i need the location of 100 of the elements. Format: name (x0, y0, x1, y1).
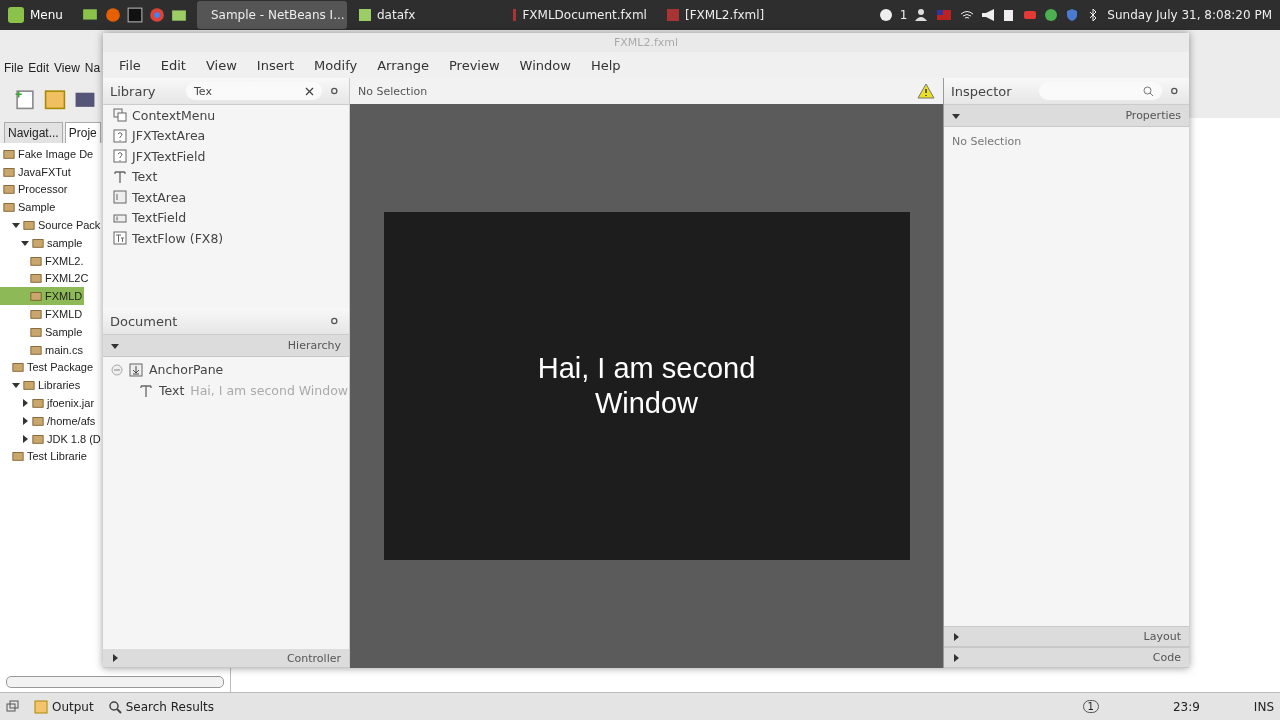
section-bar[interactable]: Properties (944, 105, 1189, 127)
taskbar-task[interactable]: [FXML2.fxml] (658, 1, 809, 29)
project-icon (30, 343, 42, 356)
section-bar[interactable]: Layout (944, 626, 1189, 647)
panel-title: Library (110, 83, 157, 99)
expand-arrow-icon[interactable] (21, 399, 29, 408)
tree-item[interactable]: Fake Image De (0, 145, 96, 163)
expand-arrow-icon[interactable] (21, 238, 29, 247)
expand-arrow-icon[interactable] (21, 416, 29, 425)
tree-item[interactable]: sample (0, 234, 85, 252)
notification-count: 1 (899, 8, 908, 22)
collapse-arrow-icon[interactable] (111, 341, 119, 350)
library-item[interactable]: ContextMenu (103, 105, 349, 126)
menu-item[interactable]: View (54, 61, 80, 75)
section-bar[interactable]: Controller (103, 649, 349, 668)
taskbar-task[interactable]: FXMLDocument.fxml (504, 1, 655, 29)
project-icon (30, 272, 42, 285)
panel-tab[interactable]: Navigat... (4, 122, 63, 143)
menu-item[interactable]: Help (580, 57, 631, 73)
project-icon (3, 147, 15, 160)
expand-arrow-icon[interactable] (111, 654, 119, 662)
project-icon (30, 254, 42, 267)
expand-arrow-icon[interactable] (952, 653, 960, 662)
tree-item[interactable]: Test Librarie (0, 447, 89, 466)
project-icon (30, 290, 42, 303)
hierarchy-item[interactable]: Text Hai, I am second Window (103, 380, 349, 401)
preview-text: Hai, I am second Window (536, 351, 757, 421)
menu-item[interactable]: File (4, 61, 24, 75)
tree-item[interactable]: FXML2C (0, 269, 91, 288)
library-item[interactable]: TextField (103, 207, 349, 228)
section-bar[interactable]: Hierarchy (103, 335, 349, 357)
menu-item[interactable]: Insert (246, 57, 305, 73)
project-icon (12, 361, 24, 374)
caret-position: 23:9 (1172, 699, 1200, 714)
expand-arrow-icon[interactable] (12, 221, 20, 230)
library-item[interactable]: Text (103, 166, 349, 187)
expand-arrow-icon[interactable] (952, 632, 960, 641)
section-bar[interactable]: Code (944, 647, 1189, 668)
expand-arrow-icon[interactable] (21, 434, 29, 443)
tree-item[interactable]: Processor (0, 180, 70, 199)
menu-item[interactable]: Edit (28, 61, 50, 75)
tree-item[interactable]: /home/afs (0, 411, 98, 430)
context-menu-icon (113, 108, 127, 123)
tree-item[interactable]: FXML2. (0, 251, 86, 270)
menu-item[interactable]: View (195, 57, 247, 73)
scrollbar[interactable] (6, 676, 224, 688)
panel-tab[interactable]: Proje (64, 122, 101, 143)
restore-window-icon (6, 699, 20, 714)
tree-item[interactable]: jfoenix.jar (0, 394, 97, 412)
project-icon (30, 325, 42, 338)
project-icon (23, 379, 35, 392)
search-field[interactable]: Tex (186, 82, 322, 100)
user-icon (914, 8, 929, 22)
tree-item[interactable]: Sample (0, 322, 85, 341)
taskbar-task[interactable]: Sample - NetBeans I... (196, 1, 347, 29)
tree-item[interactable]: Test Package (0, 358, 96, 377)
insert-mode: INS (1253, 699, 1274, 714)
library-item[interactable]: TextFlow (FX8) (103, 228, 349, 249)
menu-item[interactable]: Edit (150, 57, 196, 73)
output-tab[interactable]: Output (34, 699, 94, 714)
tree-item[interactable]: JDK 1.8 (D (0, 429, 103, 448)
menu-item[interactable]: Arrange (367, 57, 439, 73)
wifi-icon (960, 8, 975, 22)
info-icon (878, 8, 893, 22)
expand-arrow-icon[interactable] (12, 381, 20, 390)
tree-item[interactable]: FXMLD (0, 305, 85, 323)
tree-item[interactable]: JavaFXTut (0, 162, 73, 181)
library-item[interactable]: JFXTextArea (103, 125, 349, 146)
library-item[interactable]: JFXTextField (103, 146, 349, 167)
shield-icon (1065, 8, 1080, 22)
menu-item[interactable]: Preview (439, 57, 510, 73)
anchor-pane-icon (129, 362, 143, 377)
desktop-icon (80, 7, 99, 23)
project-icon (3, 201, 15, 214)
menu-item[interactable]: File (109, 57, 151, 73)
tree-item[interactable]: main.cs (0, 340, 85, 359)
library-item[interactable]: TextArea (103, 187, 349, 208)
volume-icon (981, 8, 996, 22)
menu-item[interactable]: Modify (304, 57, 368, 73)
tree-item[interactable]: Libraries (0, 376, 83, 395)
panel-title: Inspector (951, 83, 1013, 99)
tree-item[interactable]: Source Pack (0, 216, 103, 234)
collapse-arrow-icon[interactable] (952, 111, 960, 120)
menu-item[interactable]: Na (84, 61, 101, 75)
project-icon (32, 236, 44, 249)
hierarchy-item[interactable]: AnchorPane (103, 359, 349, 380)
menu-button[interactable]: Menu (0, 0, 71, 30)
folder-icon (170, 7, 187, 23)
clear-icon[interactable] (305, 86, 314, 96)
new-project-icon (44, 88, 66, 110)
tree-item[interactable]: FXMLD (0, 287, 85, 306)
warning-icon[interactable] (917, 83, 935, 99)
search-field[interactable] (1039, 82, 1162, 100)
window-title: FXML2.fxml (613, 36, 679, 49)
tree-item[interactable]: Sample (0, 198, 58, 217)
menu-item[interactable]: Window (509, 57, 581, 73)
selection-label: No Selection (358, 84, 428, 98)
search-results-tab[interactable]: Search Results (107, 699, 215, 714)
taskbar-task[interactable]: datafx (350, 1, 501, 29)
project-icon (32, 414, 44, 427)
